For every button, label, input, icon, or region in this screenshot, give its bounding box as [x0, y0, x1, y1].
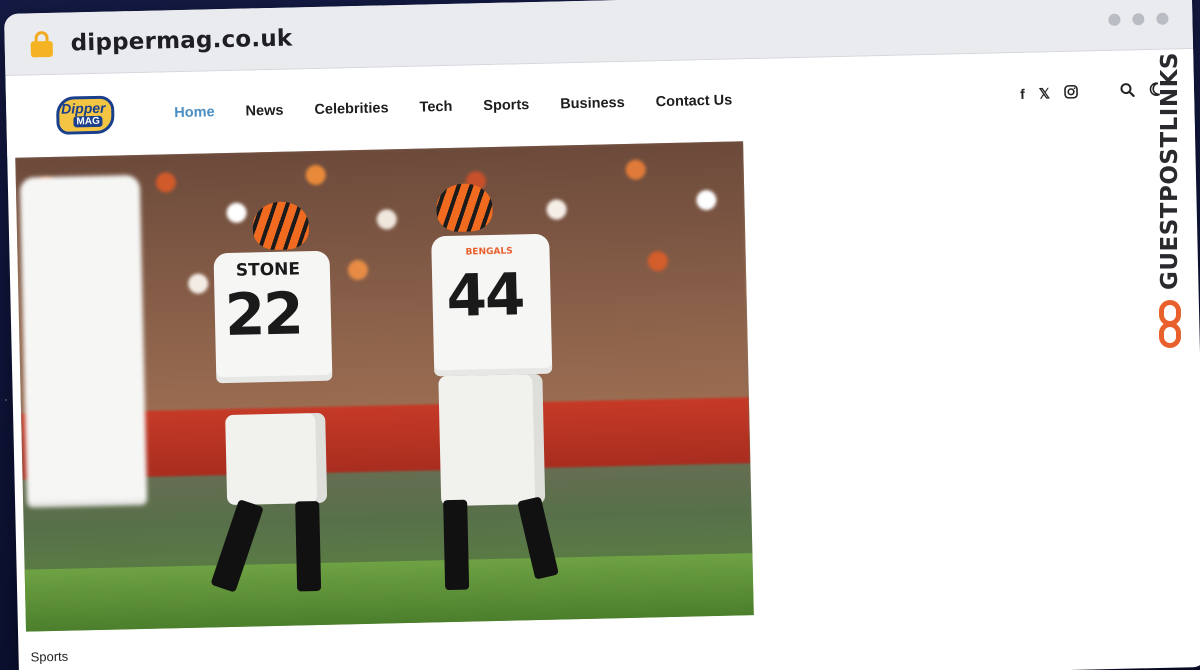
chain-link-icon [1157, 300, 1183, 350]
player-44-legs [438, 373, 546, 507]
window-controls [1108, 12, 1169, 26]
browser-window: dippermag.co.uk Dipper MAG Home News Cel… [4, 0, 1200, 670]
helmet-figure [252, 201, 310, 251]
lock-icon [30, 30, 53, 57]
logo-text-top: Dipper [60, 99, 106, 117]
player-44-team: BENGALS [465, 246, 513, 258]
x-icon[interactable]: 𝕏 [1039, 85, 1051, 102]
player-22-legs [225, 412, 328, 506]
player-44-sock [443, 499, 470, 591]
nav-home[interactable]: Home [174, 104, 215, 121]
search-icon[interactable] [1120, 82, 1135, 100]
player-22-jersey: STONE 22 [213, 250, 333, 384]
facebook-icon[interactable]: f [1020, 86, 1025, 102]
player-22-number: 22 [224, 279, 303, 350]
site-logo[interactable]: Dipper MAG [55, 95, 115, 135]
nav-news[interactable]: News [245, 103, 283, 120]
nav-business[interactable]: Business [560, 95, 625, 112]
guestpostlinks-watermark: GUESTPOSTLINKS [1148, 52, 1192, 362]
instagram-icon[interactable] [1064, 84, 1078, 101]
blurred-player-figure [19, 174, 148, 508]
player-44-number: 44 [445, 260, 524, 331]
logo-text-bottom: MAG [73, 115, 103, 128]
hero-image[interactable]: STONE 22 BENGALS 44 [15, 141, 754, 632]
main-content: STONE 22 BENGALS 44 [7, 131, 1200, 632]
main-nav: Home News Celebrities Tech Sports Busine… [174, 93, 732, 122]
url-text[interactable]: dippermag.co.uk [70, 25, 292, 56]
nav-sports[interactable]: Sports [483, 97, 529, 114]
window-dot-icon[interactable] [1156, 12, 1169, 25]
window-dot-icon[interactable] [1132, 12, 1145, 25]
nav-tech[interactable]: Tech [419, 99, 452, 116]
window-dot-icon[interactable] [1108, 13, 1121, 26]
header-icons: f 𝕏 [1020, 82, 1164, 103]
nav-celebrities[interactable]: Celebrities [314, 100, 389, 118]
player-22-name: STONE [235, 259, 301, 281]
watermark-text: GUESTPOSTLINKS [1157, 52, 1183, 291]
helmet-figure [435, 182, 494, 233]
sidebar-blank [743, 131, 1200, 615]
nav-contact-us[interactable]: Contact Us [656, 93, 733, 111]
player-22-sock [295, 500, 322, 592]
player-44-jersey: BENGALS 44 [431, 233, 553, 377]
